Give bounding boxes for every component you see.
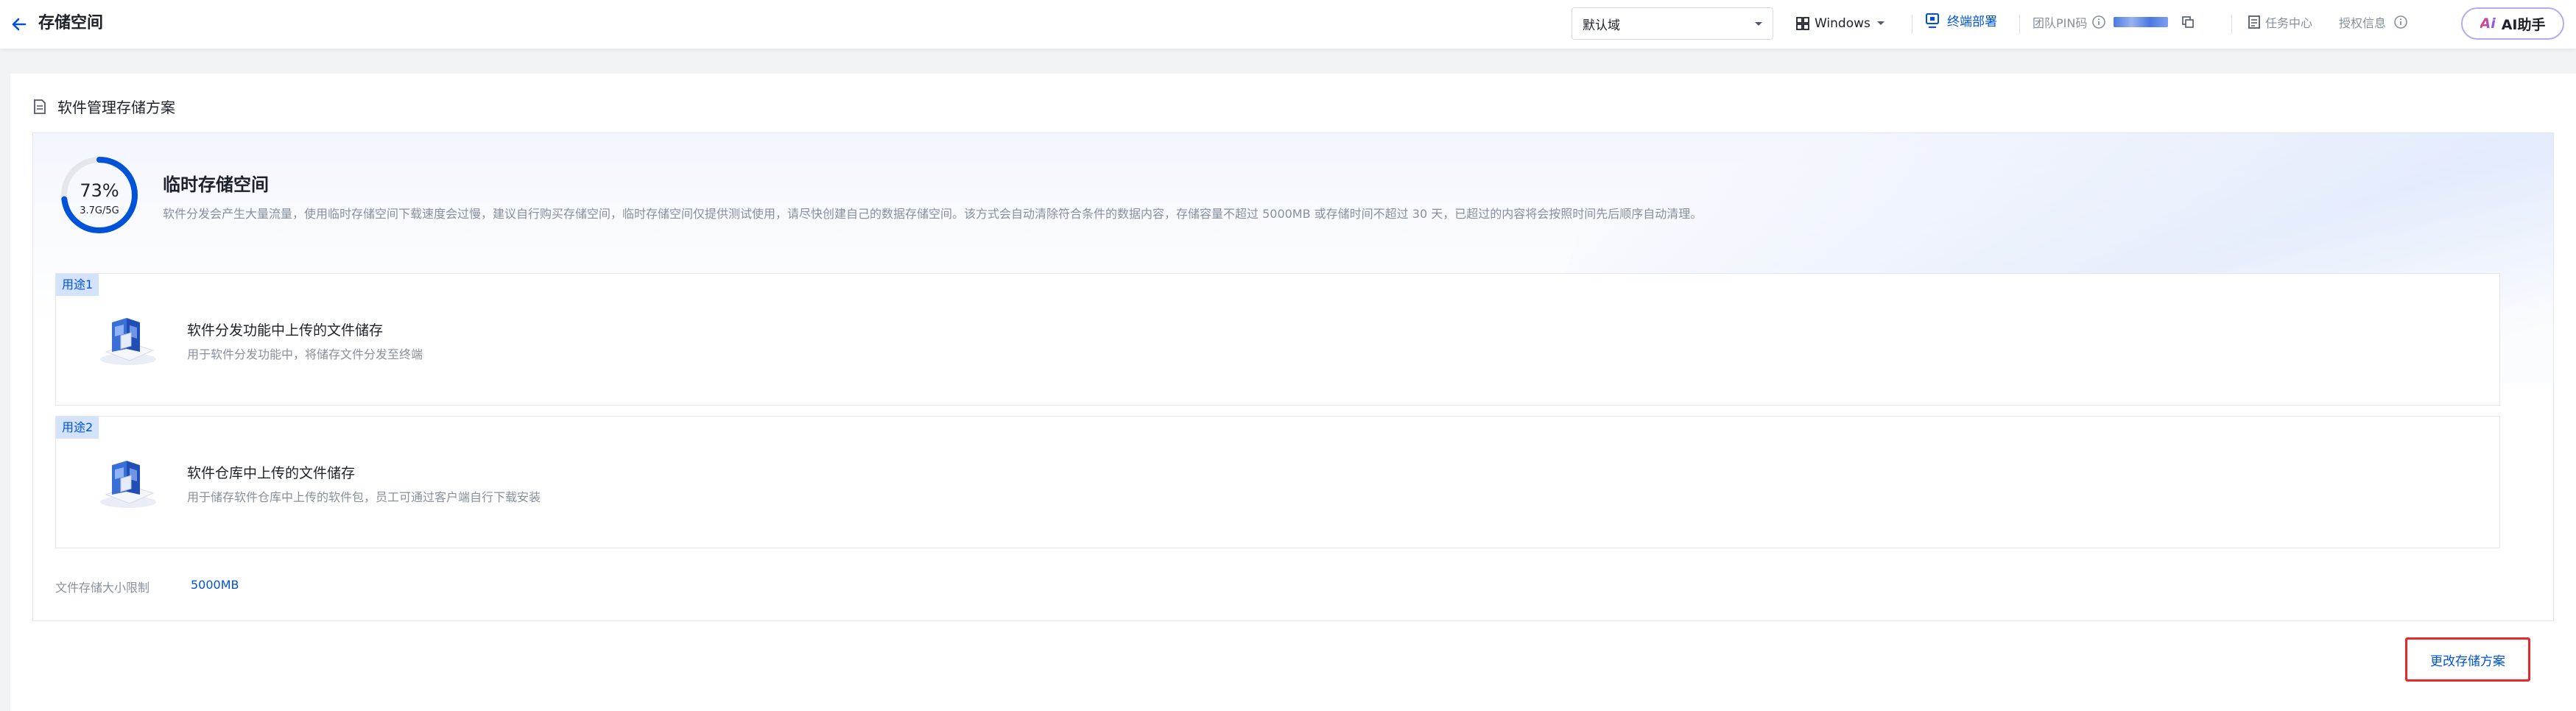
header-divider (2019, 15, 2020, 34)
temp-storage-title: 临时存储空间 (163, 174, 269, 195)
terminal-deploy-link[interactable]: 终端部署 (1925, 11, 1997, 29)
team-pin: 团队PIN码 (2033, 13, 2195, 31)
file-storage-illustration-icon (100, 461, 156, 508)
info-icon[interactable] (2091, 15, 2106, 29)
info-icon[interactable] (2393, 15, 2408, 29)
usage-amount: 3.7G/5G (80, 205, 119, 216)
ai-assistant-button[interactable]: Ai AI助手 (2461, 7, 2564, 40)
task-center-label: 任务中心 (2265, 16, 2313, 30)
section-header: 软件管理存储方案 (32, 96, 175, 117)
usage-card: 用途1 软件分发功能中上传的文件储存 用于软件分发功能中，将储存文件分发至终端 (55, 273, 2500, 406)
auth-info[interactable]: 授权信息 (2339, 13, 2408, 31)
windows-icon (1796, 17, 1809, 30)
ai-logo-icon: Ai (2480, 15, 2496, 32)
usage-description: 用于储存软件仓库中上传的软件包，员工可通过客户端自行下载安装 (187, 490, 541, 504)
change-storage-plan-button[interactable]: 更改存储方案 (2405, 637, 2530, 682)
os-select[interactable]: Windows (1795, 13, 1890, 34)
main-card: 软件管理存储方案 73% 3.7G/5G 临时存储空间 软件分发会产生大量流量，… (10, 74, 2576, 711)
terminal-deploy-label: 终端部署 (1947, 15, 1997, 29)
file-storage-illustration-icon (100, 318, 156, 365)
chevron-down-icon (1876, 21, 1885, 25)
top-header: 存储空间 默认域 Windows 终端部署 团队PIN码 任务中心 授权信息 A… (0, 0, 2576, 49)
storage-limit-value: 5000MB (191, 578, 239, 592)
usage-tag: 用途1 (56, 274, 99, 296)
usage-title: 软件分发功能中上传的文件储存 (187, 322, 384, 339)
os-select-value: Windows (1815, 16, 1871, 31)
temp-storage-description: 软件分发会产生大量流量，使用临时存储空间下载速度会过慢，建议自行购买存储空间，临… (163, 207, 1703, 221)
task-list-icon (2248, 15, 2260, 29)
auth-info-label: 授权信息 (2339, 16, 2387, 30)
domain-select[interactable]: 默认域 (1572, 7, 1773, 40)
terminal-deploy-icon (1926, 13, 1939, 28)
storage-limit-label: 文件存储大小限制 (55, 581, 150, 595)
usage-title: 软件仓库中上传的文件储存 (187, 465, 356, 481)
team-pin-label: 团队PIN码 (2033, 16, 2088, 30)
usage-percent: 73% (80, 180, 119, 201)
usage-card: 用途2 软件仓库中上传的文件储存 用于储存软件仓库中上传的软件包，员工可通过客户… (55, 416, 2500, 548)
team-pin-value-masked (2114, 17, 2169, 27)
back-arrow-icon[interactable] (9, 14, 29, 35)
header-divider (2231, 15, 2232, 34)
storage-plan-box: 73% 3.7G/5G 临时存储空间 软件分发会产生大量流量，使用临时存储空间下… (32, 132, 2554, 621)
task-center-link[interactable]: 任务中心 (2248, 13, 2312, 31)
chevron-down-icon (1755, 22, 1762, 26)
usage-tag: 用途2 (56, 417, 99, 439)
page-title: 存储空间 (38, 14, 104, 32)
ai-assistant-label: AI助手 (2501, 16, 2546, 33)
document-icon (34, 99, 46, 114)
usage-description: 用于软件分发功能中，将储存文件分发至终端 (187, 347, 423, 361)
domain-select-value: 默认域 (1583, 18, 1620, 33)
section-title: 软件管理存储方案 (57, 99, 175, 116)
copy-icon[interactable] (2181, 15, 2195, 29)
